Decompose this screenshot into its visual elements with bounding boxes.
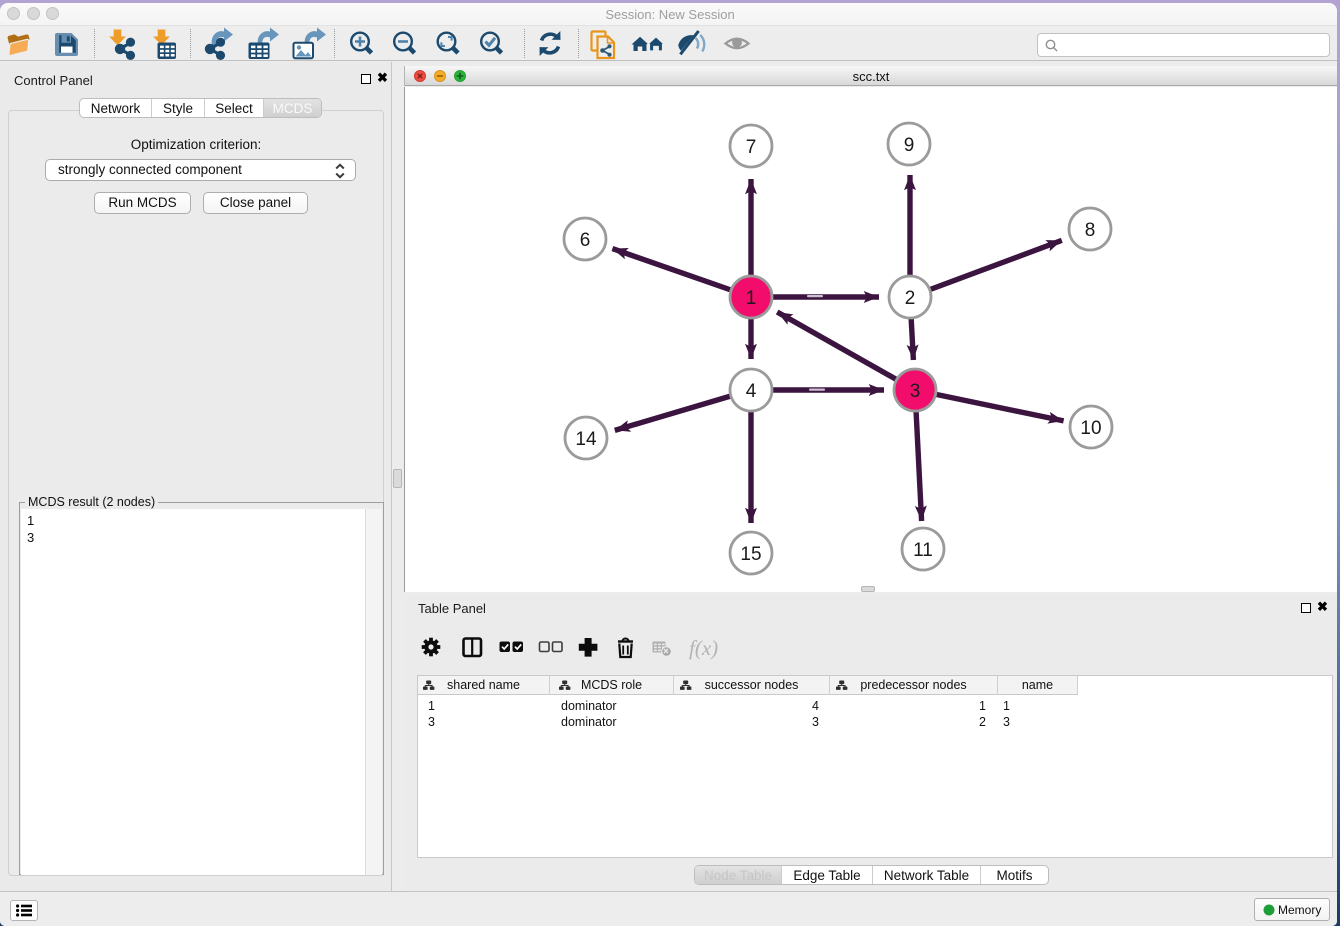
svg-text:3: 3: [910, 381, 921, 402]
svg-text:1: 1: [746, 288, 757, 309]
svg-text:9: 9: [904, 135, 915, 156]
svg-text:6: 6: [580, 230, 591, 251]
svg-text:10: 10: [1080, 418, 1101, 439]
svg-text:14: 14: [575, 429, 597, 450]
svg-text:8: 8: [1085, 220, 1096, 241]
svg-text:7: 7: [746, 137, 757, 158]
svg-text:2: 2: [905, 288, 916, 309]
svg-text:f(x): f(x): [689, 636, 718, 660]
svg-text:15: 15: [740, 544, 761, 565]
svg-text:11: 11: [913, 540, 933, 561]
svg-text:4: 4: [746, 381, 757, 402]
